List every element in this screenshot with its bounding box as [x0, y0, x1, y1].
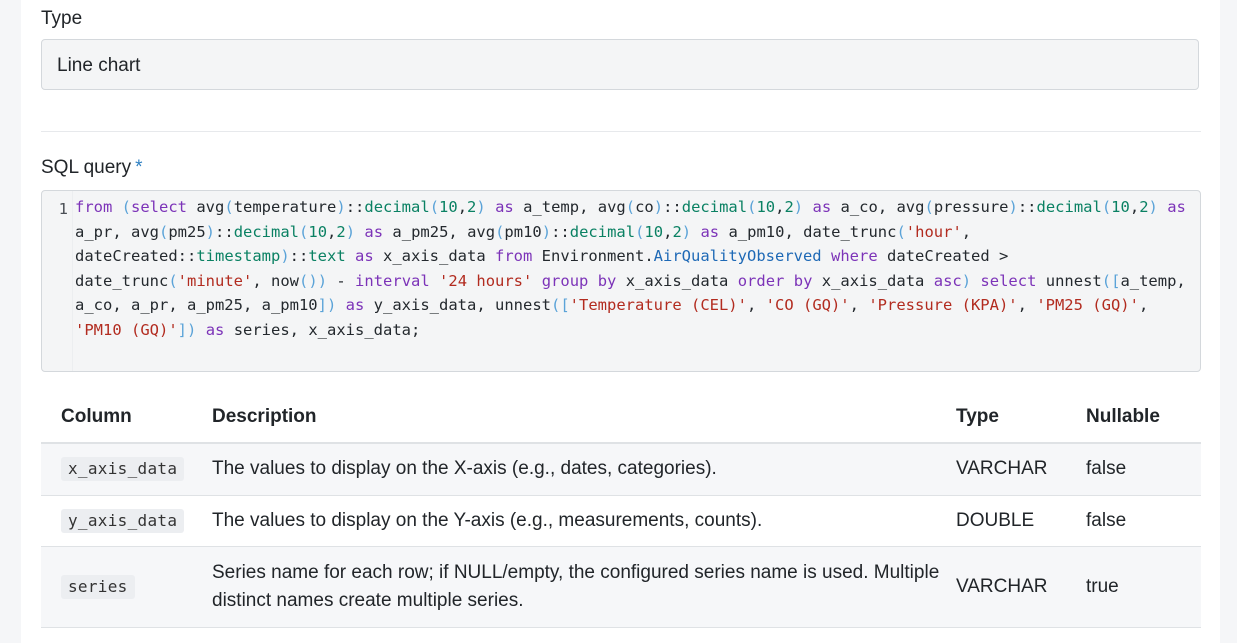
table-row: y_axis_data The values to display on the… [41, 495, 1201, 547]
column-type: VARCHAR [956, 546, 1086, 628]
sql-code[interactable]: from (select avg(temperature)::decimal(1… [75, 195, 1197, 342]
column-type: DOUBLE [956, 495, 1086, 547]
column-header-description: Description [212, 392, 956, 444]
line-number-gutter: 1 [42, 191, 73, 371]
section-divider [41, 131, 1201, 132]
column-header-type: Type [956, 392, 1086, 444]
chart-config-panel: Type Line chart SQL query * 1 from (selec… [21, 0, 1220, 643]
column-name: series [61, 574, 135, 599]
sql-query-label: SQL query * [41, 157, 143, 179]
columns-table: Column Description Type Nullable x_axis_… [41, 392, 1201, 628]
required-marker: * [135, 157, 143, 178]
column-header-nullable: Nullable [1086, 392, 1201, 444]
type-label: Type [41, 8, 83, 29]
column-name: x_axis_data [61, 457, 185, 482]
column-name: y_axis_data [61, 508, 185, 533]
column-header-column: Column [41, 392, 212, 444]
table-row: series Series name for each row; if NULL… [41, 546, 1201, 628]
column-description: The values to display on the X-axis (e.g… [212, 443, 956, 496]
column-type: VARCHAR [956, 443, 1086, 496]
table-header-row: Column Description Type Nullable [41, 392, 1201, 444]
column-nullable: false [1086, 443, 1201, 496]
column-description: The values to display on the Y-axis (e.g… [212, 495, 956, 547]
column-nullable: true [1086, 546, 1201, 628]
sql-query-label-text: SQL query [41, 157, 132, 178]
line-number: 1 [58, 200, 68, 218]
type-select[interactable]: Line chart [41, 39, 1199, 90]
table-row: x_axis_data The values to display on the… [41, 443, 1201, 496]
sql-query-editor[interactable]: 1 from (select avg(temperature)::decimal… [41, 190, 1201, 372]
column-nullable: false [1086, 495, 1201, 547]
column-description: Series name for each row; if NULL/empty,… [212, 546, 956, 628]
